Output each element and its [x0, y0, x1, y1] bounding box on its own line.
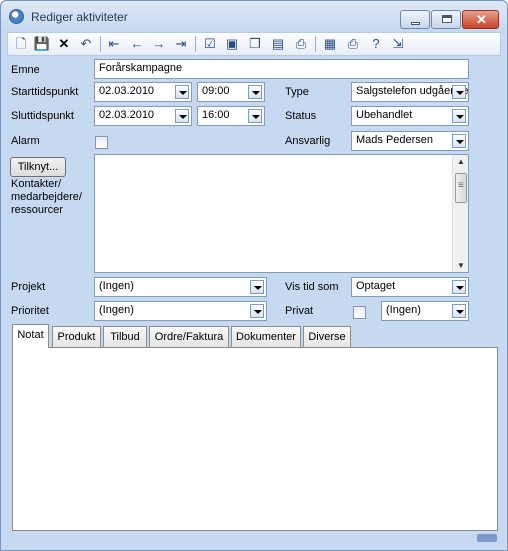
projekt-label: Projekt	[11, 281, 46, 293]
slut-label: Sluttidspunkt	[11, 110, 74, 122]
scroll-thumb[interactable]	[455, 173, 467, 203]
app-icon	[9, 9, 24, 24]
window-title: Rediger aktiviteter	[31, 10, 128, 24]
chevron-down-icon[interactable]	[452, 134, 466, 148]
status-label: Status	[285, 110, 317, 122]
chevron-down-icon[interactable]	[248, 85, 262, 99]
chevron-down-icon[interactable]	[452, 280, 466, 294]
start-time-field[interactable]: 09:00	[197, 82, 265, 102]
tab-ordre-faktura[interactable]: Ordre/Faktura	[149, 326, 229, 347]
resize-grip-icon[interactable]	[477, 534, 497, 542]
undo-icon[interactable]: ↶	[77, 35, 95, 53]
next-record-icon[interactable]: →	[150, 35, 168, 53]
prioritet-select[interactable]: (Ingen)	[94, 301, 267, 321]
chevron-down-icon[interactable]	[452, 85, 466, 99]
printer-icon[interactable]: ⎙	[344, 35, 362, 53]
help-icon[interactable]: ?	[367, 35, 385, 53]
check-icon[interactable]: ☑	[201, 35, 219, 53]
close-button[interactable]: ✕	[462, 10, 499, 29]
privat-checkbox[interactable]	[353, 306, 366, 319]
contacts-label: Kontakter/ medarbejdere/ ressourcer	[11, 178, 82, 216]
toolbar-separator	[315, 36, 316, 52]
prioritet-label: Prioritet	[11, 305, 49, 317]
ansvarlig-select[interactable]: Mads Pedersen	[351, 131, 469, 151]
last-record-icon[interactable]: ⇥	[172, 35, 190, 53]
privat-select[interactable]: (Ingen)	[381, 301, 469, 321]
end-date-field[interactable]: 02.03.2010	[94, 106, 192, 126]
emne-label: Emne	[11, 64, 40, 76]
alarm-checkbox[interactable]	[95, 136, 108, 149]
end-date-value: 02.03.2010	[99, 109, 155, 121]
preview-icon[interactable]: ▣	[223, 35, 241, 53]
chevron-down-icon[interactable]	[248, 109, 262, 123]
projekt-select[interactable]: (Ingen)	[94, 277, 267, 297]
start-time-value: 09:00	[202, 85, 230, 97]
chevron-down-icon[interactable]	[175, 85, 189, 99]
status-select[interactable]: Ubehandlet	[351, 106, 469, 126]
chevron-down-icon[interactable]	[250, 280, 264, 294]
vis-tid-som-label: Vis tid som	[285, 281, 339, 293]
new-icon[interactable]: 🗋	[12, 35, 30, 53]
chevron-down-icon[interactable]	[452, 109, 466, 123]
ansvarlig-value: Mads Pedersen	[356, 134, 434, 146]
start-label: Starttidspunkt	[11, 86, 79, 98]
start-date-field[interactable]: 02.03.2010	[94, 82, 192, 102]
title-bar[interactable]: Rediger aktiviteter ✕	[1, 1, 507, 31]
tab-produkt[interactable]: Produkt	[52, 326, 101, 347]
contacts-scrollbar[interactable]: ▲ ▼	[452, 155, 468, 272]
end-time-value: 16:00	[202, 109, 230, 121]
status-value: Ubehandlet	[356, 109, 413, 121]
emne-input[interactable]: Forårskampagne	[94, 59, 469, 79]
chevron-down-icon[interactable]	[175, 109, 189, 123]
type-label: Type	[285, 86, 309, 98]
delete-icon[interactable]: ✕	[55, 35, 73, 53]
scroll-down-icon[interactable]: ▼	[457, 261, 465, 270]
save-icon[interactable]: 💾	[33, 35, 51, 53]
vis-tid-som-select[interactable]: Optaget	[351, 277, 469, 297]
privat-value: (Ingen)	[386, 304, 421, 316]
minimize-button[interactable]	[400, 10, 430, 29]
type-select[interactable]: Salgstelefon udgående	[351, 82, 469, 102]
exit-icon[interactable]: ⇲	[389, 35, 407, 53]
contacts-list[interactable]: ▲ ▼	[94, 154, 469, 273]
toolbar-separator	[195, 36, 196, 52]
projekt-value: (Ingen)	[99, 280, 134, 292]
tab-tilbud[interactable]: Tilbud	[103, 326, 147, 347]
toolbar: 🗋 💾 ✕ ↶ ⇤ ← → ⇥ ☑ ▣ ❐ ▤ ⎙ ▦ ⎙ ? ⇲	[7, 32, 501, 56]
toolbar-separator	[100, 36, 101, 52]
alarm-label: Alarm	[11, 135, 40, 147]
start-date-value: 02.03.2010	[99, 85, 155, 97]
properties-icon[interactable]: ▦	[321, 35, 339, 53]
notes-panel[interactable]	[12, 347, 498, 531]
copy-icon[interactable]: ❐	[246, 35, 264, 53]
maximize-button[interactable]	[431, 10, 461, 29]
minimize-icon	[411, 22, 420, 25]
tab-notat[interactable]: Notat	[12, 324, 49, 348]
privat-label: Privat	[285, 305, 314, 317]
folder-icon[interactable]: ▤	[269, 35, 287, 53]
end-time-field[interactable]: 16:00	[197, 106, 265, 126]
first-record-icon[interactable]: ⇤	[105, 35, 123, 53]
activity-form: Emne Forårskampagne Starttidspunkt 02.03…	[7, 57, 501, 325]
maximize-icon	[442, 15, 452, 23]
prioritet-value: (Ingen)	[99, 304, 134, 316]
tab-diverse[interactable]: Diverse	[303, 326, 351, 347]
tilknyt-button[interactable]: Tilknyt...	[10, 157, 66, 177]
edit-activity-window: Rediger aktiviteter ✕ 🗋 💾 ✕ ↶ ⇤ ← → ⇥ ☑ …	[0, 0, 508, 551]
print-icon[interactable]: ⎙	[292, 35, 310, 53]
chevron-down-icon[interactable]	[250, 304, 264, 318]
prev-record-icon[interactable]: ←	[128, 35, 146, 53]
chevron-down-icon[interactable]	[452, 304, 466, 318]
vis-tid-som-value: Optaget	[356, 280, 396, 292]
scroll-up-icon[interactable]: ▲	[457, 157, 465, 166]
tab-dokumenter[interactable]: Dokumenter	[231, 326, 301, 347]
close-icon: ✕	[476, 12, 487, 27]
ansvarlig-label: Ansvarlig	[285, 135, 331, 147]
